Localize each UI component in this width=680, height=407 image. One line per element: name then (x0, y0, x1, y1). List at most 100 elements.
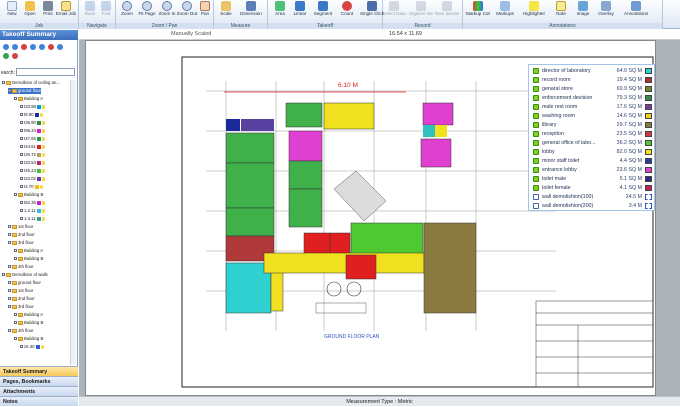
expand-toggle-icon[interactable] (8, 89, 11, 93)
legend-row[interactable]: record room 19.4 SQ M (529, 76, 656, 84)
tree-folder[interactable]: Demolition of walls (2, 272, 48, 278)
expand-toggle-icon[interactable] (8, 305, 11, 309)
tree-folder[interactable]: 1st floor (8, 288, 33, 294)
visibility-bulb-icon[interactable] (41, 176, 45, 181)
count-button[interactable]: Count (337, 0, 357, 22)
legend-row[interactable]: toilet male 5.1 SQ M (529, 175, 656, 183)
expand-toggle-icon[interactable] (14, 313, 17, 317)
zoom-button[interactable]: Zoom (117, 0, 137, 22)
legend-row[interactable]: genaral store 69.9 SQ M (529, 85, 656, 93)
tree-item[interactable]: t33.98 (20, 104, 45, 110)
legend-row[interactable]: lobby 82.0 SQ M (529, 148, 656, 156)
visibility-bulb-icon[interactable] (41, 144, 45, 149)
tree-item[interactable]: z6.30 (20, 344, 44, 350)
pan-button[interactable]: Pan (195, 0, 215, 22)
tree-item[interactable]: t22.02 (20, 176, 45, 182)
legend-row[interactable]: reception 23.5 SQ M (529, 130, 656, 138)
delete-icon[interactable] (21, 44, 27, 50)
expand-toggle-icon[interactable] (8, 241, 11, 245)
legend-row[interactable]: director of laboratory 64.0 SQ M (529, 67, 656, 75)
visibility-bulb-icon[interactable] (39, 112, 43, 117)
legend-row[interactable]: entrance lobby 23.6 SQ M (529, 166, 656, 174)
item-checkbox[interactable] (20, 177, 23, 181)
search-input[interactable] (16, 68, 75, 76)
item-checkbox[interactable] (20, 121, 23, 125)
expand-toggle-icon[interactable] (8, 289, 11, 293)
tree-scrollbar[interactable] (70, 80, 76, 365)
legend-row[interactable]: toilet female 4.1 SQ M (529, 184, 656, 192)
tree-item[interactable]: 1.3.11 (20, 216, 45, 222)
item-checkbox[interactable] (20, 145, 23, 149)
forward-button[interactable]: Fwd (96, 0, 116, 22)
tree-item[interactable]: 1.2.11 (20, 208, 45, 214)
tree-folder[interactable]: Building A (14, 248, 43, 254)
visibility-bulb-icon[interactable] (41, 160, 45, 165)
email-job-button[interactable]: Email Job (56, 0, 76, 22)
item-checkbox[interactable] (20, 185, 23, 189)
tree-folder[interactable]: 1st floor (8, 224, 33, 230)
tree-folder[interactable]: 4th floor (8, 328, 34, 334)
expand-toggle-icon[interactable] (2, 273, 5, 277)
visibility-bulb-icon[interactable] (41, 168, 45, 173)
refresh-icon[interactable] (57, 44, 63, 50)
note-button[interactable]: Note (551, 0, 571, 22)
tab-notes[interactable]: Notes (0, 396, 78, 406)
expand-toggle-icon[interactable] (8, 225, 11, 229)
expand-toggle-icon[interactable] (2, 81, 5, 85)
tree-folder[interactable]: Building B (14, 192, 43, 198)
new-section-button[interactable]: New Section (435, 0, 459, 22)
tree-folder[interactable]: Building B (14, 256, 43, 262)
item-checkbox[interactable] (20, 105, 23, 109)
item-checkbox[interactable] (20, 137, 23, 141)
overlay-button[interactable]: Overlay (596, 0, 616, 22)
expand-toggle-icon[interactable] (8, 329, 11, 333)
legend-row[interactable]: male rest room 17.6 SQ M (529, 103, 656, 111)
linear-button[interactable]: Linear (290, 0, 310, 22)
tree-folder[interactable]: 4th floor (8, 264, 34, 270)
visibility-bulb-icon[interactable] (41, 208, 45, 213)
expand-toggle-icon[interactable] (14, 321, 17, 325)
tree-folder[interactable]: ground floor (8, 88, 41, 94)
expand-toggle-icon[interactable] (14, 249, 17, 253)
tree-item[interactable]: t95.34 (20, 128, 45, 134)
visibility-bulb-icon[interactable] (41, 104, 45, 109)
visibility-bulb-icon[interactable] (41, 136, 45, 141)
highlighter-button[interactable]: Highlighter (523, 0, 545, 22)
tree-item[interactable]: t9.90 (20, 112, 43, 118)
tree-folder[interactable]: 2nd floor (8, 296, 35, 302)
visibility-bulb-icon[interactable] (41, 152, 45, 157)
tree-item[interactable]: t44.61 (20, 144, 45, 150)
tree-item[interactable]: t62.36 (20, 200, 45, 206)
tree-folder[interactable]: Building A (14, 96, 43, 102)
legend-row[interactable]: library 29.7 SQ M (529, 121, 656, 129)
tree-folder[interactable]: Building B (14, 336, 43, 342)
tree-item[interactable]: t4.70 (20, 184, 43, 190)
tree-item[interactable]: t26.72 (20, 152, 45, 158)
expand-toggle-icon[interactable] (14, 97, 17, 101)
tree-item[interactable]: t35.90 (20, 120, 45, 126)
tab-pages-bookmarks[interactable]: Pages, Bookmarks (0, 376, 78, 386)
annotations-button[interactable]: Annotations (624, 0, 648, 22)
tree-folder[interactable]: 3rd floor (8, 240, 34, 246)
expand-toggle-icon[interactable] (8, 265, 11, 269)
expand-toggle-icon[interactable] (8, 297, 11, 301)
expand-toggle-icon[interactable] (8, 281, 11, 285)
tree-folder[interactable]: 2nd floor (8, 232, 35, 238)
tree-folder[interactable]: Building B (14, 320, 43, 326)
markups-button[interactable]: Markups (495, 0, 515, 22)
expand-icon[interactable] (3, 53, 9, 59)
legend-row[interactable]: wall demolishion(100) 24.5 M (529, 193, 656, 201)
legend-row[interactable]: enforcement devision 79.3 SQ M (529, 94, 656, 102)
tab-takeoff-summary[interactable]: Takeoff Summary (0, 366, 78, 376)
item-checkbox[interactable] (20, 153, 23, 157)
item-checkbox[interactable] (20, 201, 23, 205)
legend-row[interactable]: minor staff toilet 4.4 SQ M (529, 157, 656, 165)
tree-folder[interactable]: 3rd floor (8, 304, 34, 310)
tree-item[interactable]: t47.65 (20, 136, 45, 142)
tree-folder[interactable]: ground floor (8, 280, 41, 286)
item-checkbox[interactable] (20, 209, 23, 213)
visibility-bulb-icon[interactable] (41, 120, 45, 125)
properties-icon[interactable] (30, 44, 36, 50)
zoom-in-button[interactable]: Zoom In (157, 0, 177, 22)
collapse-icon[interactable] (12, 53, 18, 59)
